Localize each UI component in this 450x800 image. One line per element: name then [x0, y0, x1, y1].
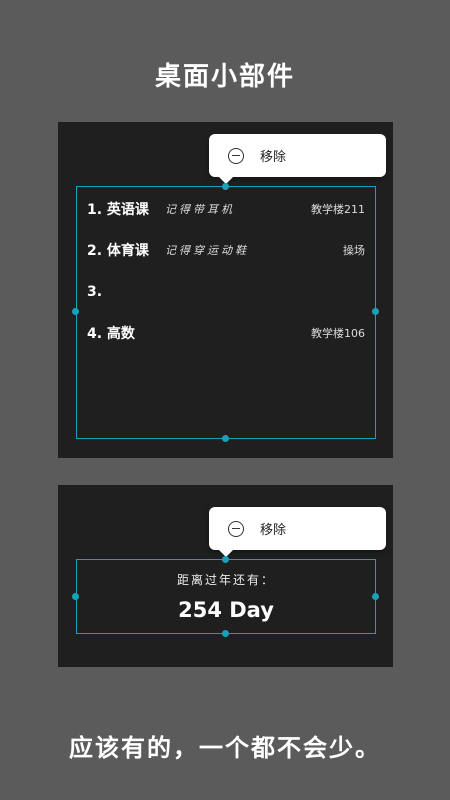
course-name: 2. 体育课 — [87, 243, 149, 259]
course-place: 操场 — [343, 244, 365, 257]
schedule-row: 4. 高数 教学楼106 — [87, 323, 365, 343]
remove-popup[interactable]: 移除 — [209, 134, 386, 184]
resize-handle-left[interactable] — [72, 308, 79, 315]
resize-handle-bottom[interactable] — [222, 435, 229, 442]
remove-popup[interactable]: 移除 — [209, 507, 386, 557]
resize-handle-top[interactable] — [222, 556, 229, 563]
course-note: 记得带耳机 — [165, 203, 235, 216]
resize-handle-right[interactable] — [372, 593, 379, 600]
schedule-row: 3. — [87, 282, 365, 302]
course-place: 教学楼211 — [311, 203, 365, 216]
resize-handle-right[interactable] — [372, 308, 379, 315]
schedule-widget-preview: 移除 1. 英语课 记得带耳机 教学楼211 2. 体育课 记得穿运动鞋 操场 … — [58, 122, 393, 458]
course-name: 4. 高数 — [87, 326, 135, 342]
schedule-row: 1. 英语课 记得带耳机 教学楼211 — [87, 199, 365, 219]
countdown-label: 距离过年还有： — [176, 573, 275, 587]
countdown-widget-preview: 移除 距离过年还有： 254 Day — [58, 485, 393, 667]
course-name: 3. — [87, 284, 103, 300]
resize-handle-bottom[interactable] — [222, 630, 229, 637]
schedule-row: 2. 体育课 记得穿运动鞋 操场 — [87, 240, 365, 260]
course-place: 教学楼106 — [311, 327, 365, 340]
resize-handle-top[interactable] — [222, 183, 229, 190]
remove-icon[interactable] — [228, 520, 244, 537]
remove-label[interactable]: 移除 — [260, 519, 286, 538]
resize-handle-left[interactable] — [72, 593, 79, 600]
remove-icon[interactable] — [228, 147, 244, 164]
page-title: 桌面小部件 — [154, 62, 295, 92]
course-note: 记得穿运动鞋 — [165, 244, 249, 257]
course-name: 1. 英语课 — [87, 202, 149, 218]
footer-slogan: 应该有的，一个都不会少。 — [69, 734, 381, 762]
remove-label[interactable]: 移除 — [260, 146, 286, 165]
countdown-value: 254 Day — [178, 598, 274, 622]
widget-resize-frame[interactable]: 距离过年还有： 254 Day — [76, 559, 376, 634]
widget-resize-frame[interactable]: 1. 英语课 记得带耳机 教学楼211 2. 体育课 记得穿运动鞋 操场 3. … — [76, 186, 376, 439]
